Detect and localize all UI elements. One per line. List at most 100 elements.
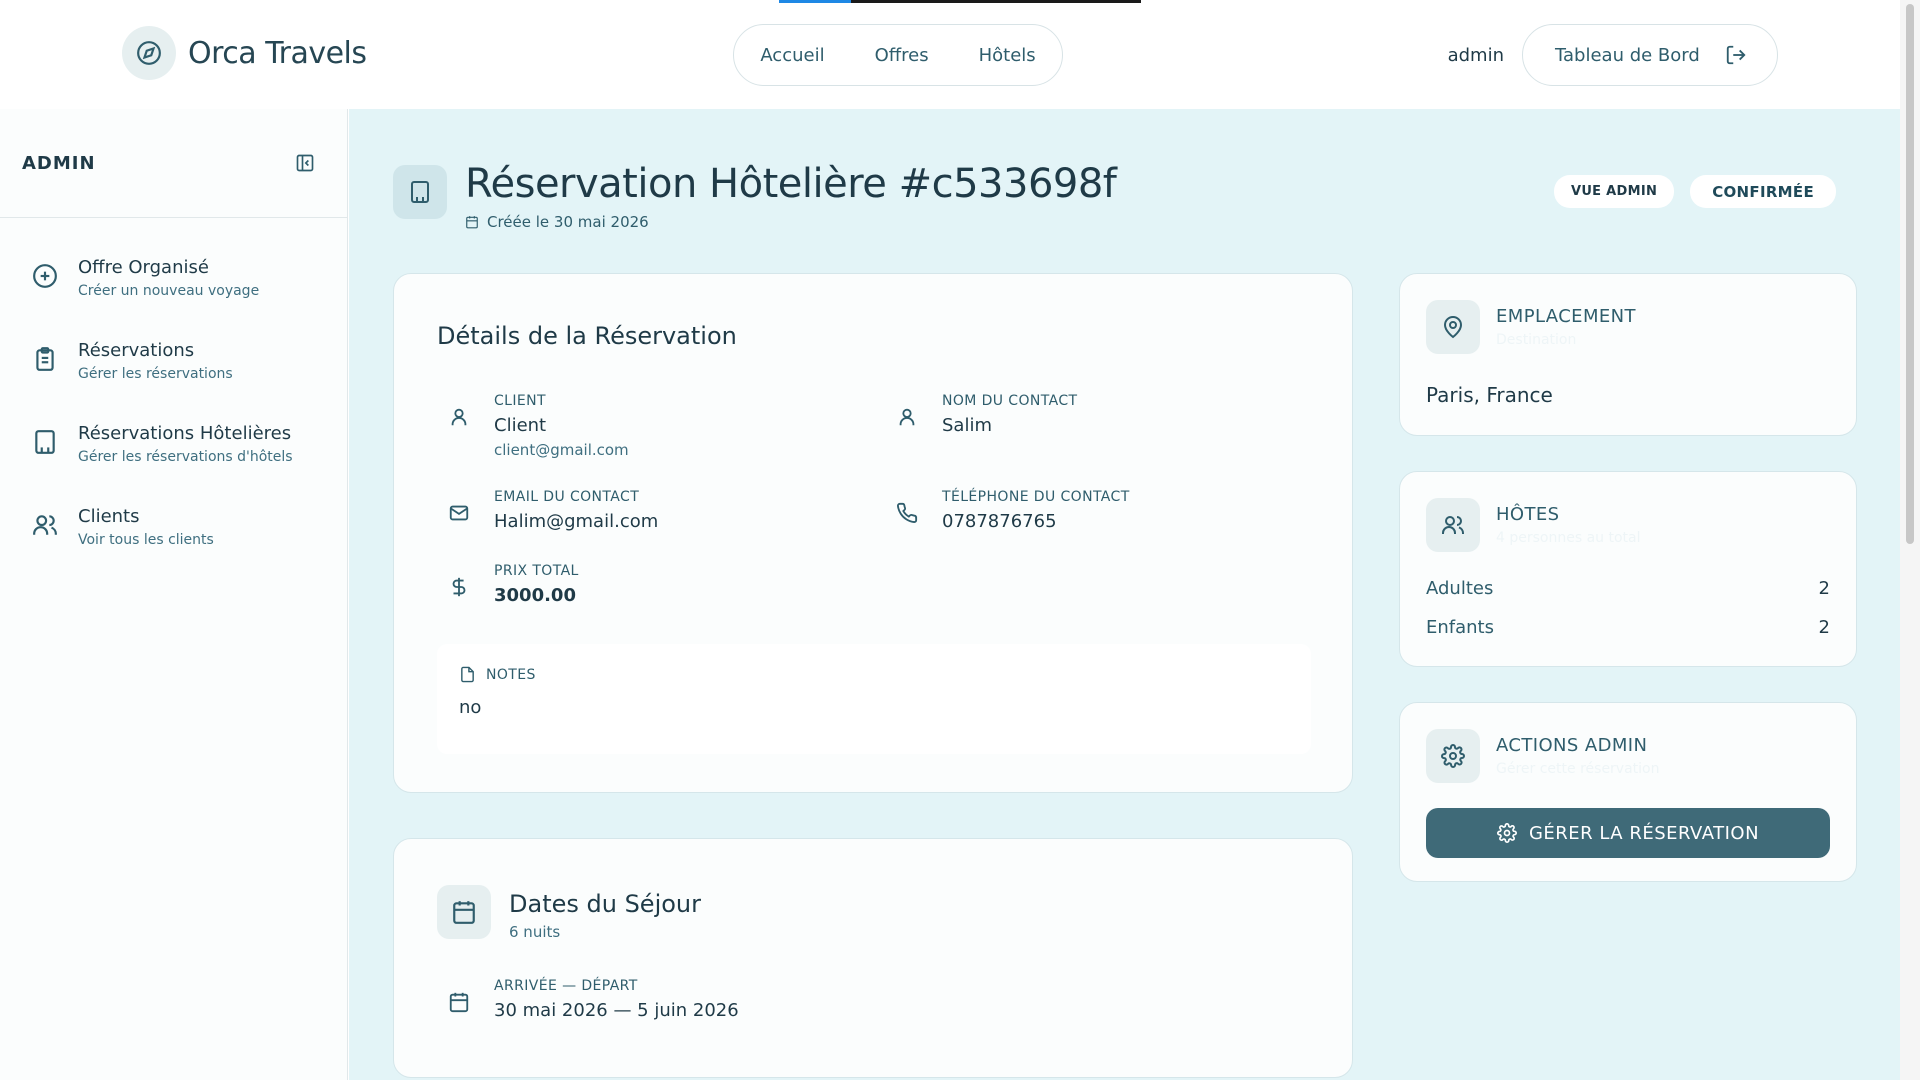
phone-icon xyxy=(897,502,918,523)
admin-sidebar: ADMIN Offre Organisé Créer un nouveau vo… xyxy=(0,109,348,1080)
contact-phone-value: 0787876765 xyxy=(942,511,1057,532)
admin-actions-title: ACTIONS ADMIN xyxy=(1496,735,1648,756)
admin-actions-sub: Gérer cette réservation xyxy=(1496,761,1660,777)
children-label: Enfants xyxy=(1426,617,1494,638)
contact-email-value: Halim@gmail.com xyxy=(494,511,659,532)
clipboard-icon xyxy=(36,347,54,371)
users-icon xyxy=(1426,498,1480,552)
dollar-icon xyxy=(452,577,466,597)
gear-icon xyxy=(1426,729,1480,783)
user-area: admin Tableau de Bord xyxy=(1448,24,1778,86)
calendar-icon xyxy=(449,992,469,1013)
top-header: Orca Travels Accueil Offres Hôtels admin… xyxy=(0,0,1920,109)
sidebar-item-reservations[interactable]: Réservations Gérer les réservations xyxy=(0,329,347,412)
admin-actions-card: ACTIONS ADMIN Gérer cette réservation GÉ… xyxy=(1399,702,1857,882)
location-title: EMPLACEMENT xyxy=(1496,306,1636,327)
username: admin xyxy=(1447,44,1504,66)
sidebar-item-sub: Gérer les réservations xyxy=(78,366,233,382)
manage-button-label: GÉRER LA RÉSERVATION xyxy=(1528,822,1760,844)
adults-label: Adultes xyxy=(1426,578,1494,599)
contact-name-label: NOM DU CONTACT xyxy=(942,393,1078,409)
sidebar-item-label: Réservations Hôtelières xyxy=(78,423,292,444)
page-progress-bar xyxy=(779,0,1141,3)
page-progress-fill xyxy=(779,0,851,3)
plus-circle-icon xyxy=(33,264,57,288)
hosts-card: HÔTES 4 personnes au total Adultes 2 Enf… xyxy=(1399,471,1857,667)
collapse-sidebar-icon[interactable] xyxy=(295,153,315,173)
nav-hotels[interactable]: Hôtels xyxy=(979,45,1036,66)
map-pin-icon xyxy=(1426,300,1480,354)
compass-icon xyxy=(122,26,176,80)
nav-accueil[interactable]: Accueil xyxy=(760,45,824,66)
nav-offres[interactable]: Offres xyxy=(875,45,929,66)
reservation-details-card: Détails de la Réservation CLIENT Client … xyxy=(393,273,1353,793)
building-icon xyxy=(393,165,447,219)
contact-name-value: Salim xyxy=(942,415,992,436)
sidebar-item-label: Offre Organisé xyxy=(78,257,209,278)
notes-text: no xyxy=(459,697,482,718)
date-range-value: 30 mai 2026 — 5 juin 2026 xyxy=(494,1000,739,1021)
user-icon xyxy=(899,408,915,426)
brand-name: Orca Travels xyxy=(188,35,367,71)
notes-header: NOTES xyxy=(459,666,1289,683)
dates-title: Dates du Séjour xyxy=(509,890,701,918)
details-title: Détails de la Réservation xyxy=(437,322,737,350)
admin-view-badge: VUE ADMIN xyxy=(1553,175,1675,208)
children-count: 2 xyxy=(1818,617,1830,638)
page-title: Réservation Hôtelière #c533698f xyxy=(465,161,1117,207)
sidebar-item-label: Réservations xyxy=(78,340,195,361)
dashboard-label: Tableau de Bord xyxy=(1555,44,1700,66)
contact-name-field: NOM DU CONTACT Salim xyxy=(896,392,1078,440)
dates-header: Dates du Séjour 6 nuits xyxy=(437,885,701,943)
children-row: Enfants 2 xyxy=(1426,617,1830,638)
notes-box: NOTES no xyxy=(437,644,1311,754)
total-price-field: PRIX TOTAL 3000.00 xyxy=(448,562,579,610)
client-value: Client xyxy=(494,415,547,436)
user-icon xyxy=(451,408,467,426)
date-range-label: ARRIVÉE — DÉPART xyxy=(494,978,638,994)
status-badges: VUE ADMIN CONFIRMÉE xyxy=(1553,175,1836,208)
location-value: Paris, France xyxy=(1426,383,1553,407)
brand-link[interactable]: Orca Travels xyxy=(122,26,367,80)
main-content: Réservation Hôtelière #c533698f Créée le… xyxy=(349,109,1900,1080)
sidebar-header: ADMIN xyxy=(0,109,347,218)
manage-reservation-button[interactable]: GÉRER LA RÉSERVATION xyxy=(1426,808,1830,858)
sidebar-item-reservations-hotelieres[interactable]: Réservations Hôtelières Gérer les réserv… xyxy=(0,412,347,495)
client-field: CLIENT Client client@gmail.com xyxy=(448,392,629,460)
building-icon xyxy=(35,430,55,454)
contact-email-field: EMAIL DU CONTACT Halim@gmail.com xyxy=(448,488,658,536)
sidebar-item-label: Clients xyxy=(78,506,140,527)
page-scrollbar[interactable] xyxy=(1900,0,1920,1080)
sidebar-item-sub: Créer un nouveau voyage xyxy=(78,283,260,299)
created-date: Créée le 30 mai 2026 xyxy=(465,213,1116,231)
sidebar-item-sub: Voir tous les clients xyxy=(78,532,214,548)
sidebar-item-clients[interactable]: Clients Voir tous les clients xyxy=(0,495,347,578)
dashboard-button[interactable]: Tableau de Bord xyxy=(1522,24,1778,86)
location-card: EMPLACEMENT Destination Paris, France xyxy=(1399,273,1857,436)
sidebar-item-offre-organise[interactable]: Offre Organisé Créer un nouveau voyage xyxy=(0,246,347,329)
scrollbar-thumb[interactable] xyxy=(1906,4,1914,544)
main-nav: Accueil Offres Hôtels xyxy=(733,24,1063,86)
stay-dates-card: Dates du Séjour 6 nuits ARRIVÉE — DÉPART… xyxy=(393,838,1353,1078)
contact-phone-field: TÉLÉPHONE DU CONTACT 0787876765 xyxy=(896,488,1130,536)
logout-icon[interactable] xyxy=(1725,44,1747,66)
contact-email-label: EMAIL DU CONTACT xyxy=(494,489,640,505)
adults-count: 2 xyxy=(1818,578,1830,599)
created-text: Créée le 30 mai 2026 xyxy=(487,213,649,231)
page-header: Réservation Hôtelière #c533698f Créée le… xyxy=(393,159,1117,231)
total-price-label: PRIX TOTAL xyxy=(494,563,579,579)
contact-phone-label: TÉLÉPHONE DU CONTACT xyxy=(942,489,1130,505)
sidebar-title: ADMIN xyxy=(22,152,96,174)
nights-count: 6 nuits xyxy=(509,923,561,941)
client-email: client@gmail.com xyxy=(494,441,629,459)
users-icon xyxy=(33,515,57,535)
gear-icon xyxy=(1497,823,1517,843)
notes-label: NOTES xyxy=(486,666,536,683)
calendar-icon xyxy=(466,216,478,229)
location-sub: Destination xyxy=(1496,332,1577,348)
hosts-title: HÔTES xyxy=(1496,504,1560,525)
mail-icon xyxy=(449,505,469,521)
file-icon xyxy=(461,666,474,683)
hosts-sub: 4 personnes au total xyxy=(1496,530,1641,546)
status-badge: CONFIRMÉE xyxy=(1690,175,1836,208)
